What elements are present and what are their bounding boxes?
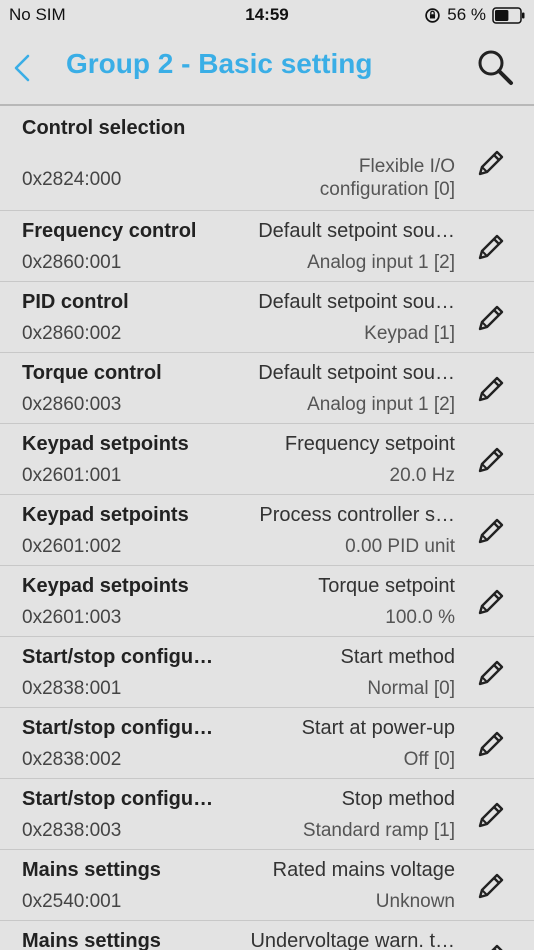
parameter-title: Default setpoint sou… [258,362,455,384]
parameter-list: Control selection 0x2824:000 Flexible I/… [0,108,534,950]
edit-button[interactable] [466,435,516,485]
parameter-name: Control selection [22,117,186,139]
parameter-index: 0x2838:003 [22,820,122,841]
pencil-icon [478,447,504,473]
parameter-row[interactable]: Keypad setpoints 0x2601:003 Torque setpo… [0,566,534,637]
parameter-row[interactable]: Start/stop configu… 0x2838:001 Start met… [0,637,534,708]
status-indicators: 56 % [424,5,526,25]
parameter-index: 0x2601:003 [22,607,122,628]
parameter-index: 0x2601:001 [22,465,122,486]
parameter-title: Start method [340,646,455,668]
parameter-value: Unknown [375,891,455,912]
parameter-row[interactable]: Start/stop configu… 0x2838:003 Stop meth… [0,779,534,850]
parameter-value: Analog input 1 [2] [307,252,455,273]
parameter-title: Rated mains voltage [272,859,455,881]
parameter-row[interactable]: Mains settings 0x2540:001 Rated mains vo… [0,850,534,921]
parameter-name: Mains settings [22,930,161,950]
pencil-icon [478,150,504,176]
pencil-icon [491,944,503,950]
parameter-index: 0x2860:002 [22,323,122,344]
parameter-name: Start/stop configu… [22,646,214,668]
parameter-title: Process controller s… [259,504,455,526]
page-title: Group 2 - Basic setting [66,48,373,79]
parameter-title: Start at power-up [301,717,455,739]
edit-button[interactable] [466,861,516,911]
parameter-index: 0x2860:001 [22,252,122,273]
parameter-title: Default setpoint sou… [258,291,455,313]
parameter-name: Mains settings [22,859,161,881]
parameter-name: PID control [22,291,129,313]
parameter-row[interactable]: Keypad setpoints 0x2601:002 Process cont… [0,495,534,566]
parameter-index: 0x2540:001 [22,891,122,912]
parameter-value: Off [0] [403,749,455,770]
parameter-value: Flexible I/O configuration [0] [319,156,455,200]
parameter-index: 0x2860:003 [22,394,122,415]
edit-button[interactable] [466,932,516,950]
edit-button[interactable] [466,364,516,414]
pencil-icon [478,802,504,828]
parameter-row[interactable]: PID control 0x2860:002 Default setpoint … [0,282,534,353]
parameter-value: Analog input 1 [2] [307,394,455,415]
edit-button[interactable] [466,506,516,556]
search-icon [478,50,513,85]
edit-button[interactable] [466,138,516,188]
parameter-index: 0x2601:002 [22,536,122,557]
parameter-value: 100.0 % [385,607,455,628]
parameter-value: 0.00 PID unit [345,536,455,557]
parameter-value: Keypad [1] [364,323,455,344]
app-bar: Group 2 - Basic setting [0,30,534,106]
pencil-icon [478,305,504,331]
parameter-row[interactable]: Keypad setpoints 0x2601:001 Frequency se… [0,424,534,495]
pencil-icon [478,731,504,757]
pencil-icon [478,873,504,899]
back-button[interactable] [8,48,38,88]
parameter-name: Keypad setpoints [22,433,189,455]
parameter-name: Start/stop configu… [22,717,214,739]
parameter-name: Torque control [22,362,162,384]
parameter-title: Undervoltage warn. t… [250,930,455,950]
pencil-icon [478,376,504,402]
edit-button[interactable] [466,719,516,769]
search-button[interactable] [474,46,516,88]
parameter-name: Keypad setpoints [22,504,189,526]
status-bar: No SIM 14:59 56 % [0,0,534,30]
edit-button[interactable] [466,790,516,840]
edit-button[interactable] [466,222,516,272]
parameter-value: Standard ramp [1] [302,820,455,841]
parameter-name: Start/stop configu… [22,788,214,810]
parameter-row[interactable]: Start/stop configu… 0x2838:002 Start at … [0,708,534,779]
parameter-index: 0x2824:000 [22,169,122,190]
parameter-name: Keypad setpoints [22,575,189,597]
parameter-index: 0x2838:001 [22,678,122,699]
parameter-index: 0x2838:002 [22,749,122,770]
parameter-value: Normal [0] [367,678,455,699]
parameter-row[interactable]: Frequency control 0x2860:001 Default set… [0,211,534,282]
parameter-row[interactable]: Torque control 0x2860:003 Default setpoi… [0,353,534,424]
pencil-icon [478,589,504,615]
chevron-left-icon [14,54,30,82]
battery-percent: 56 % [447,5,486,24]
parameter-row[interactable]: Mains settings Undervoltage warn. t… [0,921,534,950]
battery-icon [492,6,525,24]
pencil-icon [478,518,504,544]
rotation-lock-icon [425,7,440,23]
parameter-title: Frequency setpoint [284,433,455,455]
parameter-title: Stop method [341,788,455,810]
parameter-title: Default setpoint sou… [258,220,455,242]
parameter-value: 20.0 Hz [389,465,455,486]
pencil-icon [478,660,504,686]
parameter-name: Frequency control [22,220,197,242]
edit-button[interactable] [466,293,516,343]
pencil-icon [478,234,504,260]
edit-button[interactable] [466,577,516,627]
parameter-title: Torque setpoint [318,575,455,597]
parameter-row[interactable]: Control selection 0x2824:000 Flexible I/… [0,108,534,211]
edit-button[interactable] [466,648,516,698]
